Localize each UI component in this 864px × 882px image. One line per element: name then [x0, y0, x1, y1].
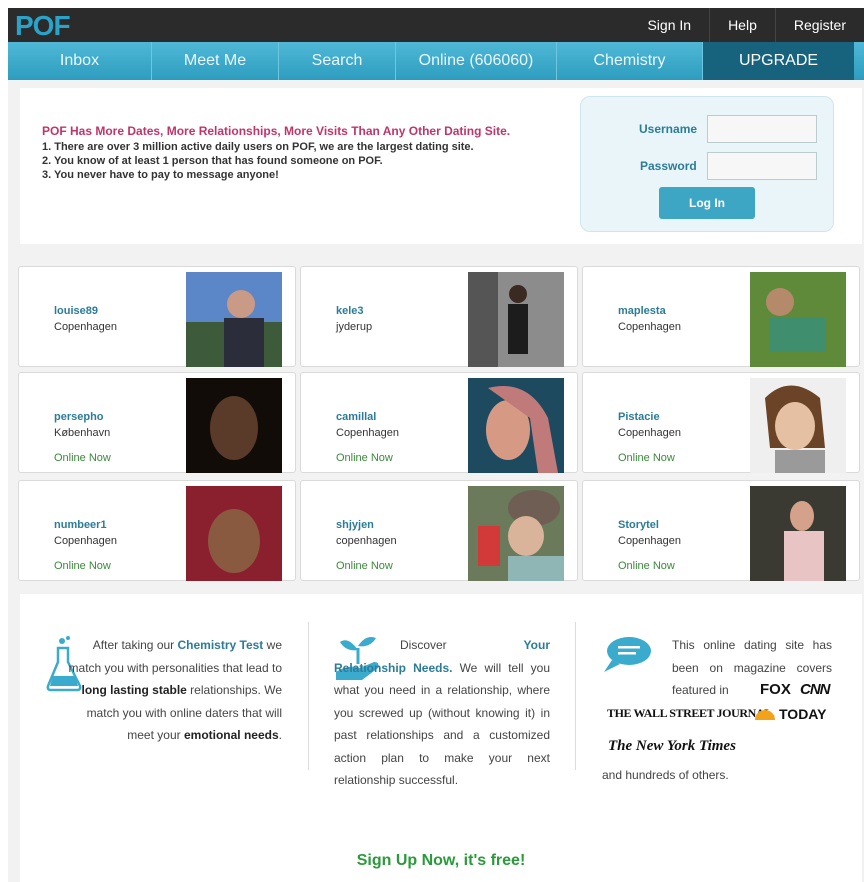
- profile-city: jyderup: [336, 321, 373, 333]
- profile-city: Copenhagen: [618, 535, 682, 547]
- intro-title: POF Has More Dates, More Relationships, …: [42, 124, 511, 138]
- register-link[interactable]: Register: [774, 8, 864, 42]
- feature-text: .: [278, 728, 282, 742]
- profile-card[interactable]: louise89 Copenhagen: [18, 266, 296, 367]
- today-text: TODAY: [779, 706, 827, 722]
- nav-meet-me[interactable]: Meet Me: [152, 42, 279, 80]
- sunrise-icon: [755, 710, 775, 720]
- divider: [308, 622, 309, 770]
- profile-photo[interactable]: [750, 486, 846, 581]
- nav-upgrade[interactable]: UPGRADE: [703, 42, 854, 80]
- feature-text: We will tell you what you need in a rela…: [334, 660, 550, 788]
- password-field[interactable]: [707, 152, 817, 180]
- profile-city: Copenhagen: [618, 427, 682, 439]
- profile-photo[interactable]: [750, 272, 846, 367]
- features-panel: After taking our Chemistry Test we match…: [20, 594, 862, 882]
- profile-card[interactable]: camillal Copenhagen Online Now: [300, 372, 578, 473]
- divider: [575, 622, 576, 770]
- feature-emphasis: long lasting stable: [81, 683, 187, 697]
- top-bar: POF Sign In Help Register: [8, 8, 864, 42]
- nav-inbox[interactable]: Inbox: [8, 42, 152, 80]
- press-tail: and hundreds of others.: [602, 768, 729, 782]
- intro-point: 3. You never have to pay to message anyo…: [42, 169, 279, 181]
- profile-card[interactable]: Pistacie Copenhagen Online Now: [582, 372, 860, 473]
- nav-search[interactable]: Search: [279, 42, 396, 80]
- chemistry-test-link[interactable]: Chemistry Test: [178, 638, 264, 652]
- nav-chemistry[interactable]: Chemistry: [557, 42, 703, 80]
- profile-card[interactable]: Storytel Copenhagen Online Now: [582, 480, 860, 581]
- profile-city: København: [54, 427, 111, 439]
- profile-city: Copenhagen: [618, 321, 682, 333]
- profile-city: Copenhagen: [54, 535, 118, 547]
- nyt-logo: The New York Times: [608, 738, 736, 754]
- profile-city: Copenhagen: [54, 321, 118, 333]
- help-link[interactable]: Help: [709, 8, 775, 42]
- profile-name[interactable]: Pistacie: [618, 411, 660, 423]
- online-status: Online Now: [618, 452, 675, 464]
- online-status: Online Now: [336, 452, 393, 464]
- cnn-logo: CNN: [800, 681, 830, 698]
- chemistry-feature: After taking our Chemistry Test we match…: [64, 634, 282, 747]
- feature-text: After taking our: [92, 638, 178, 652]
- profile-name[interactable]: louise89: [54, 305, 98, 317]
- intro-point: 1. There are over 3 million active daily…: [42, 141, 474, 153]
- username-label: Username: [639, 122, 698, 136]
- account-links: Sign In Help Register: [629, 8, 864, 42]
- speech-bubble-icon: [604, 637, 651, 672]
- profile-name[interactable]: Storytel: [618, 519, 659, 531]
- login-box: Username Password Log In: [580, 96, 834, 232]
- profile-name[interactable]: camillal: [336, 411, 376, 423]
- profile-name[interactable]: kele3: [336, 305, 364, 317]
- intro-text: POF Has More Dates, More Relationships, …: [42, 124, 510, 182]
- profile-card[interactable]: numbeer1 Copenhagen Online Now: [18, 480, 296, 581]
- intro-point: 2. You know of at least 1 person that ha…: [42, 155, 383, 167]
- sign-in-link[interactable]: Sign In: [629, 8, 709, 42]
- profile-photo[interactable]: [186, 378, 282, 473]
- username-field[interactable]: [707, 115, 817, 143]
- online-status: Online Now: [336, 560, 393, 572]
- profile-photo[interactable]: [468, 378, 564, 473]
- profile-name[interactable]: numbeer1: [54, 519, 107, 531]
- profile-photo[interactable]: [468, 272, 564, 367]
- pof-logo[interactable]: POF: [15, 10, 71, 42]
- main-nav: Inbox Meet Me Search Online (606060) Che…: [8, 42, 864, 80]
- profile-name[interactable]: shjyjen: [336, 519, 374, 531]
- feature-text: Discover: [400, 638, 524, 652]
- profile-photo[interactable]: [186, 486, 282, 581]
- password-label: Password: [640, 159, 697, 173]
- profile-name[interactable]: persepho: [54, 411, 104, 423]
- feature-emphasis: emotional needs: [183, 728, 279, 742]
- profile-photo[interactable]: [186, 272, 282, 367]
- fox-logo: FOX: [760, 681, 791, 698]
- profile-card[interactable]: persepho København Online Now: [18, 372, 296, 473]
- relationship-feature: Discover Your Relationship Needs. We wil…: [334, 634, 550, 792]
- signup-link[interactable]: Sign Up Now, it's free!: [20, 852, 862, 870]
- login-button[interactable]: Log In: [659, 187, 755, 219]
- nav-online[interactable]: Online (606060): [396, 42, 557, 80]
- today-logo: TODAY: [754, 706, 826, 722]
- profile-photo[interactable]: [750, 378, 846, 473]
- online-status: Online Now: [54, 560, 111, 572]
- profile-card[interactable]: maplesta Copenhagen: [582, 266, 860, 367]
- profile-card[interactable]: kele3 jyderup: [300, 266, 578, 367]
- profile-city: copenhagen: [336, 535, 397, 547]
- intro-panel: POF Has More Dates, More Relationships, …: [20, 88, 862, 244]
- online-status: Online Now: [618, 560, 675, 572]
- profile-name[interactable]: maplesta: [618, 305, 666, 317]
- profile-city: Copenhagen: [336, 427, 400, 439]
- online-status: Online Now: [54, 452, 111, 464]
- wsj-logo: THE WALL STREET JOURNAL.: [607, 706, 775, 720]
- profile-photo[interactable]: [468, 486, 564, 581]
- profile-card[interactable]: shjyjen copenhagen Online Now: [300, 480, 578, 581]
